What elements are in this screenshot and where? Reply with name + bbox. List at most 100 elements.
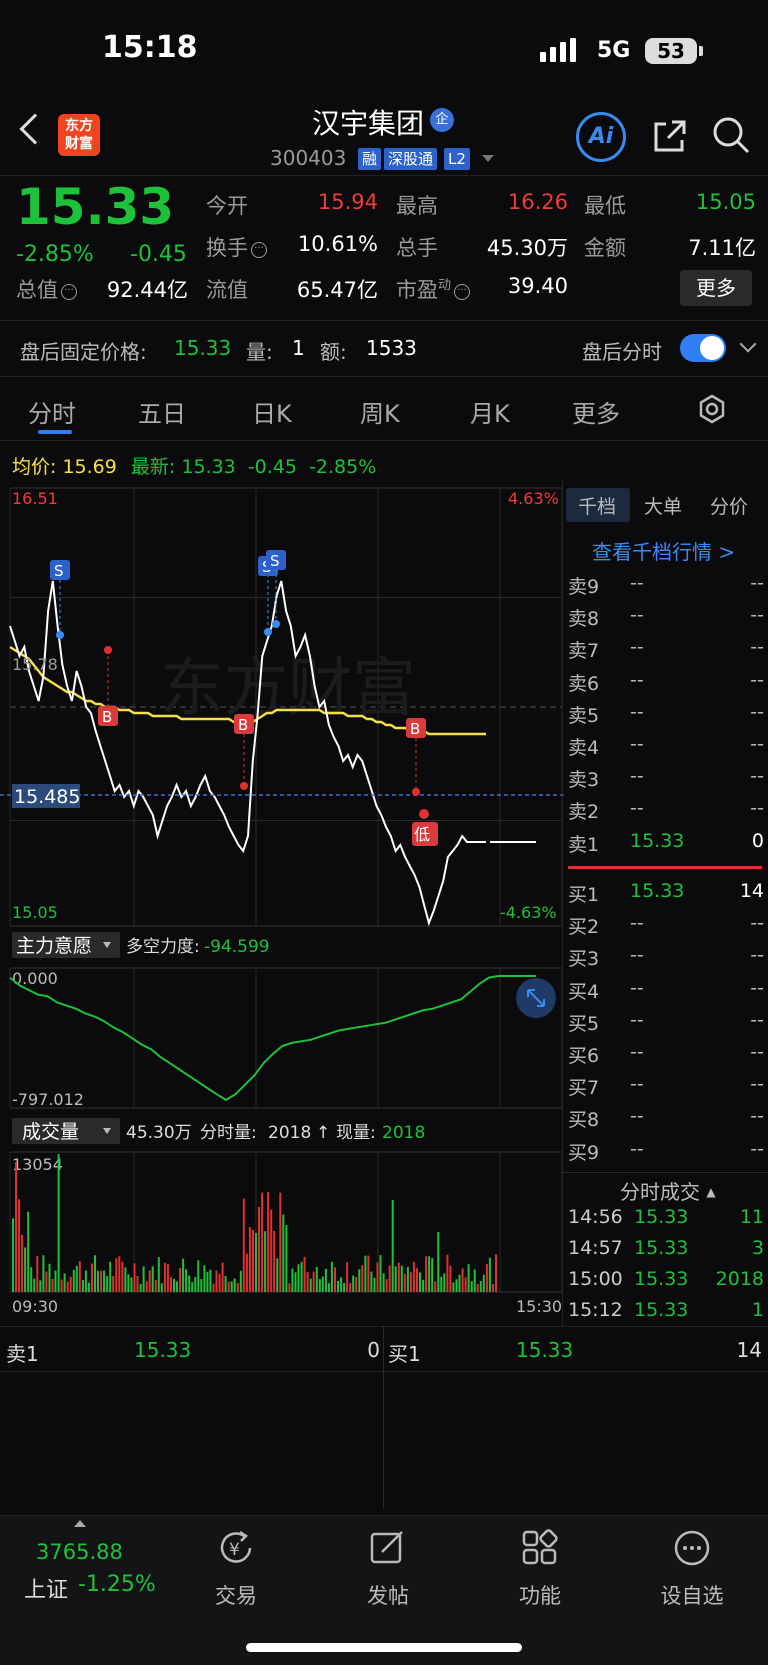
back-icon[interactable] <box>19 113 51 145</box>
buy-marker[interactable]: B <box>98 646 118 726</box>
ask-row[interactable]: 卖4 -- -- <box>568 733 764 765</box>
volume-bar <box>258 1206 260 1292</box>
volume-max: 13054 <box>12 1155 63 1174</box>
bid-row[interactable]: 买3 -- -- <box>568 944 764 976</box>
tab-more[interactable]: 更多 <box>572 394 620 429</box>
caret-up-icon[interactable] <box>74 1520 86 1527</box>
amount-value: 7.11亿 <box>688 236 756 260</box>
row-label: 买3 <box>568 948 600 971</box>
sell-marker[interactable]: S <box>50 560 70 639</box>
ask-row[interactable]: 卖1 15.33 0 <box>568 830 764 862</box>
trades-title[interactable]: 分时成交 ▲ <box>620 1176 716 1205</box>
volume-bar <box>39 1280 42 1292</box>
tab-5day[interactable]: 五日 <box>138 394 186 429</box>
index-name[interactable]: 上证 <box>24 1572 68 1604</box>
trade-time: 15:12 <box>568 1299 623 1321</box>
bid-row[interactable]: 买9 -- -- <box>568 1138 764 1170</box>
nav-function[interactable]: 功能 <box>490 1580 590 1610</box>
post-icon[interactable] <box>368 1528 408 1568</box>
ask-row[interactable]: 卖5 -- -- <box>568 701 764 733</box>
more-button[interactable]: 更多 <box>680 270 752 306</box>
bid-row[interactable]: 买6 -- -- <box>568 1041 764 1073</box>
info-icon[interactable]: ··· <box>251 242 267 258</box>
row-price: -- <box>630 1073 644 1096</box>
row-vol: -- <box>750 797 764 820</box>
ob-tab-1000[interactable]: 千档 <box>578 492 616 519</box>
volume-bar <box>324 1268 327 1292</box>
volume-bar <box>203 1265 206 1292</box>
volume-bar <box>233 1278 236 1292</box>
info-icon[interactable]: ··· <box>61 284 77 300</box>
volume-bar <box>106 1276 109 1292</box>
volume-bar <box>373 1277 376 1292</box>
row-vol: -- <box>750 1008 764 1031</box>
trade-price: 15.33 <box>634 1268 689 1290</box>
signal-icon <box>540 38 584 62</box>
volume-bar <box>294 1272 297 1292</box>
volume-bar <box>340 1277 343 1292</box>
index-pct[interactable]: -1.25% <box>78 1572 156 1597</box>
float-label: 流值 <box>206 278 248 302</box>
row-price: -- <box>630 1008 644 1031</box>
battery-icon: 53 <box>645 38 697 64</box>
apps-icon[interactable] <box>520 1528 560 1568</box>
chevron-down-icon[interactable] <box>739 335 757 353</box>
divider <box>0 440 768 441</box>
ask-row[interactable]: 卖3 -- -- <box>568 765 764 797</box>
avg-value: 15.69 <box>62 456 117 478</box>
nav-watchlist[interactable]: 设自选 <box>642 1580 742 1610</box>
nav-trade[interactable]: 交易 <box>186 1580 286 1610</box>
price-chart[interactable]: 东方财富 15.485 16.51 15.78 15.05 4.63% -4.6… <box>0 480 564 1320</box>
trade-icon[interactable]: ¥ <box>216 1528 256 1568</box>
bid-row[interactable]: 买8 -- -- <box>568 1105 764 1137</box>
info-icon[interactable]: ··· <box>454 284 471 300</box>
ask-row[interactable]: 卖8 -- -- <box>568 604 764 636</box>
trades-title-text: 分时成交 <box>620 1180 700 1204</box>
home-indicator[interactable] <box>246 1643 522 1652</box>
tab-daily-k[interactable]: 日K <box>252 394 292 429</box>
volume-bar <box>255 1232 257 1292</box>
row-label: 买4 <box>568 980 600 1003</box>
volume-bar <box>409 1272 412 1292</box>
search-icon[interactable] <box>712 116 750 154</box>
pct-bottom-label: -4.63% <box>500 903 557 922</box>
avg-label: 均价: <box>12 456 57 478</box>
bid-row[interactable]: 买1 15.33 14 <box>568 880 764 912</box>
tab-timeshare[interactable]: 分时 <box>28 394 76 429</box>
volume-bar <box>315 1266 318 1292</box>
volume-bar <box>218 1273 221 1292</box>
bid-row[interactable]: 买2 -- -- <box>568 912 764 944</box>
low-marker[interactable]: 低 <box>412 809 438 846</box>
buy-marker[interactable]: B <box>406 718 426 796</box>
bid-row[interactable]: 买4 -- -- <box>568 977 764 1009</box>
ask-row[interactable]: 卖7 -- -- <box>568 636 764 668</box>
tab-underline <box>38 430 72 434</box>
more-icon[interactable] <box>672 1528 712 1568</box>
ob-tab-price[interactable]: 分价 <box>710 492 748 519</box>
ask-row[interactable]: 卖6 -- -- <box>568 669 764 701</box>
mktcap-value: 92.44亿 <box>106 278 188 302</box>
ai-button[interactable]: Ai <box>576 112 626 162</box>
chevron-down-icon[interactable] <box>482 155 494 162</box>
view-1000-link[interactable]: 查看千档行情 > <box>592 536 735 565</box>
tab-monthly-k[interactable]: 月K <box>470 394 510 429</box>
volume-name: 成交量 <box>22 1121 79 1143</box>
volume-bar <box>312 1271 315 1292</box>
gear-icon[interactable] <box>697 394 727 424</box>
tab-weekly-k[interactable]: 周K <box>360 394 400 429</box>
index-value[interactable]: 3765.88 <box>36 1540 123 1564</box>
stock-name[interactable]: 汉宇集团 <box>312 102 424 142</box>
ask-row[interactable]: 卖2 -- -- <box>568 797 764 829</box>
volume-bar <box>221 1262 224 1292</box>
bid-row[interactable]: 买5 -- -- <box>568 1009 764 1041</box>
share-icon[interactable] <box>652 118 688 154</box>
ask-row[interactable]: 卖9 -- -- <box>568 572 764 604</box>
volume-bar <box>200 1279 203 1292</box>
bid-row[interactable]: 买7 -- -- <box>568 1073 764 1105</box>
volume-bar <box>297 1264 300 1292</box>
volume-bar <box>115 1258 118 1292</box>
ob-tab-large[interactable]: 大单 <box>644 492 682 519</box>
nav-post[interactable]: 发帖 <box>338 1580 438 1610</box>
volume-bar <box>464 1277 467 1292</box>
volume-bar <box>382 1273 385 1292</box>
